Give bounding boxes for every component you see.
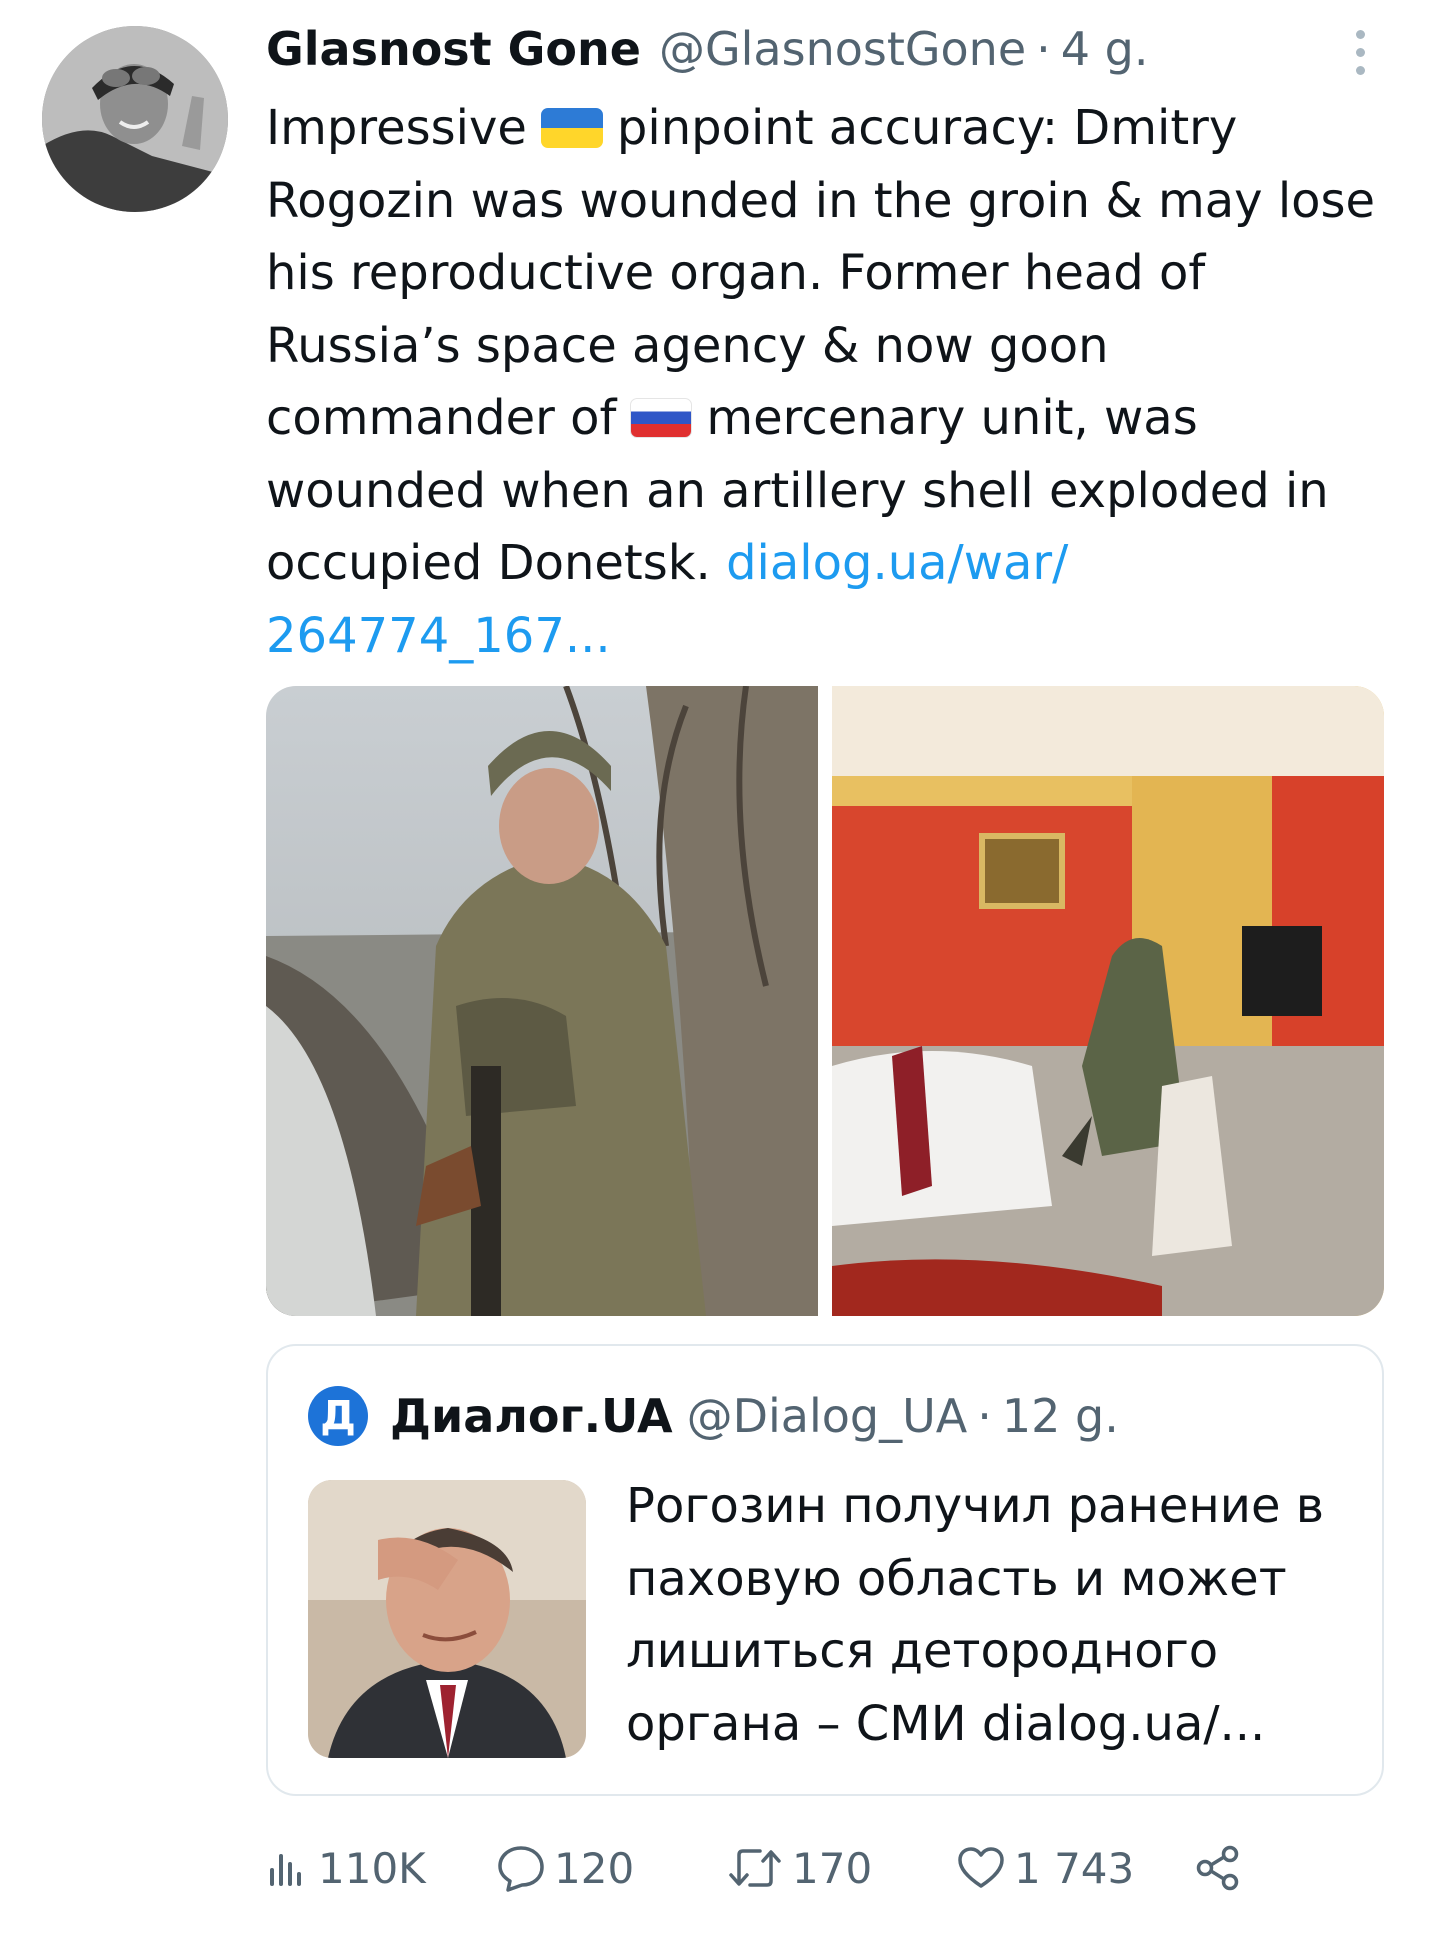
reply-icon bbox=[498, 1846, 544, 1892]
tweet-text-line: his reproductive organ. Former head of bbox=[266, 245, 1206, 301]
tweet-media bbox=[266, 686, 1384, 1316]
tweet-actions: 110K 120 170 1 743 bbox=[266, 1830, 1242, 1906]
author-display-name[interactable]: Glasnost Gone bbox=[266, 18, 641, 80]
share-button[interactable] bbox=[1194, 1844, 1242, 1892]
quoted-tweet-text: Рогозин получил ранение в паховую област… bbox=[626, 1470, 1366, 1760]
rogozin-photo bbox=[308, 1480, 586, 1758]
tweet-text-line: wounded when an artillery shell exploded… bbox=[266, 462, 1329, 519]
tweet-text-segment: pinpoint accuracy: Dmitry bbox=[616, 100, 1238, 156]
tweet-text-line: Russia’s space agency & now goon bbox=[266, 317, 1109, 374]
reply-count: 120 bbox=[554, 1843, 635, 1893]
quoted-tweet[interactable]: Д Диалог.UA @Dialog_UA · 12 g. Рогозин п… bbox=[266, 1344, 1384, 1796]
like-button[interactable]: 1 743 bbox=[956, 1843, 1194, 1893]
avatar-photo bbox=[42, 26, 228, 212]
tweet-link[interactable]: dialog.ua/war/ bbox=[726, 535, 1068, 591]
tweet-text: Impressive pinpoint accuracy: Dmitry Rogo… bbox=[266, 92, 1396, 672]
russia-flag-icon bbox=[630, 398, 693, 438]
retweet-count: 170 bbox=[792, 1843, 873, 1893]
retweet-icon bbox=[729, 1849, 781, 1887]
tweet-header: Glasnost Gone @GlasnostGone · 4 g. bbox=[266, 18, 1148, 80]
ukraine-flag-icon bbox=[540, 108, 603, 148]
quoted-text-line: паховую область и может bbox=[626, 1550, 1287, 1607]
media-photo-soldier[interactable] bbox=[266, 686, 818, 1316]
like-icon bbox=[958, 1847, 1004, 1888]
views-count: 110K bbox=[318, 1843, 426, 1893]
soldier-photo bbox=[266, 686, 818, 1316]
quoted-tweet-header: Д Диалог.UA @Dialog_UA · 12 g. bbox=[308, 1386, 1119, 1446]
media-photo-restaurant[interactable] bbox=[832, 686, 1384, 1316]
like-count: 1 743 bbox=[1014, 1843, 1135, 1893]
share-icon bbox=[1196, 1845, 1239, 1891]
retweet-button[interactable]: 170 bbox=[726, 1843, 956, 1893]
author-handle[interactable]: @GlasnostGone bbox=[659, 18, 1026, 80]
quoted-timestamp: 12 g. bbox=[1001, 1389, 1119, 1443]
quoted-tweet-thumbnail bbox=[308, 1480, 586, 1758]
quoted-header-separator: · bbox=[977, 1389, 992, 1443]
tweet-timestamp[interactable]: 4 g. bbox=[1061, 18, 1149, 80]
quoted-author-display-name: Диалог.UA bbox=[390, 1389, 673, 1443]
restaurant-photo bbox=[832, 686, 1384, 1316]
quoted-text-line: лишиться детородного bbox=[626, 1623, 1219, 1679]
views-button[interactable]: 110K bbox=[266, 1844, 496, 1893]
tweet-text-segment: commander of bbox=[266, 390, 617, 446]
tweet-text-segment: occupied Donetsk. bbox=[266, 535, 711, 591]
tweet-text-line: Rogozin was wounded in the groin & may l… bbox=[266, 172, 1376, 229]
quoted-author-avatar: Д bbox=[308, 1386, 368, 1446]
tweet: Glasnost Gone @GlasnostGone · 4 g. Impre… bbox=[0, 0, 1436, 1953]
quoted-text-line: Рогозин получил ранение в bbox=[626, 1478, 1325, 1534]
reply-button[interactable]: 120 bbox=[496, 1843, 726, 1893]
header-separator: · bbox=[1036, 22, 1051, 76]
tweet-text-segment: mercenary unit, was bbox=[706, 390, 1198, 446]
more-vertical-icon[interactable] bbox=[1340, 22, 1380, 82]
views-icon bbox=[270, 1854, 301, 1886]
tweet-link-continued[interactable]: 264774_167... bbox=[266, 600, 1396, 673]
tweet-text-segment: Impressive bbox=[266, 100, 527, 156]
quoted-text-line: органа – СМИ dialog.ua/... bbox=[626, 1695, 1266, 1752]
quoted-author-handle: @Dialog_UA bbox=[686, 1389, 968, 1443]
author-avatar[interactable] bbox=[42, 26, 228, 212]
